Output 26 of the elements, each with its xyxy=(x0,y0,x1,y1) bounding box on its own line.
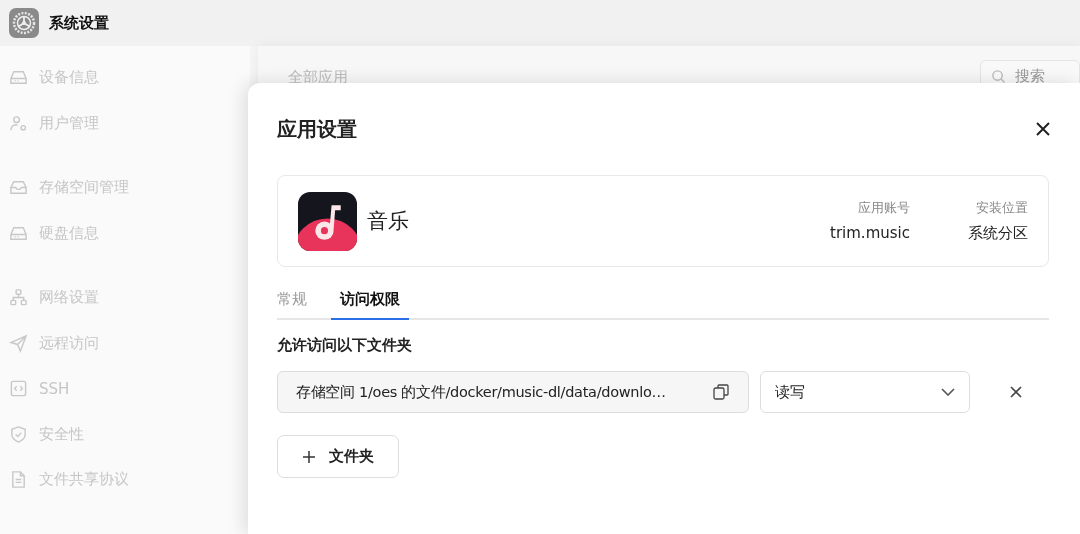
add-folder-button[interactable]: 文件夹 xyxy=(277,435,399,478)
chevron-down-icon xyxy=(941,388,955,396)
music-app-icon xyxy=(298,191,357,251)
field-value: trim.music xyxy=(830,224,910,242)
panel-title: 全部应用 xyxy=(288,68,348,87)
field-label: 应用账号 xyxy=(858,199,910,217)
shield-icon xyxy=(9,424,28,444)
copy-icon[interactable] xyxy=(712,383,730,401)
tab[interactable]: 常规 xyxy=(277,283,321,320)
field-label: 安装位置 xyxy=(976,199,1028,217)
send-icon xyxy=(9,333,28,353)
tab[interactable]: 访问权限 xyxy=(331,283,409,320)
network-icon xyxy=(9,288,28,308)
dialog-title: 应用设置 xyxy=(277,115,357,143)
app-name: 音乐 xyxy=(367,208,410,235)
plus-icon xyxy=(302,450,315,463)
search-icon xyxy=(991,69,1006,84)
section-title: 允许访问以下文件夹 xyxy=(277,336,413,355)
window-title: 系统设置 xyxy=(49,13,109,33)
field-value: 系统分区 xyxy=(968,224,1028,243)
permission-select[interactable]: 读写 xyxy=(760,371,970,413)
file-icon xyxy=(9,470,28,490)
code-icon xyxy=(9,379,28,399)
settings-app-icon xyxy=(9,8,39,38)
folder-path-field[interactable]: 存储空间 1/oes 的文件/docker/music-dl/data/downlo… xyxy=(277,371,749,413)
user-icon xyxy=(9,113,28,133)
